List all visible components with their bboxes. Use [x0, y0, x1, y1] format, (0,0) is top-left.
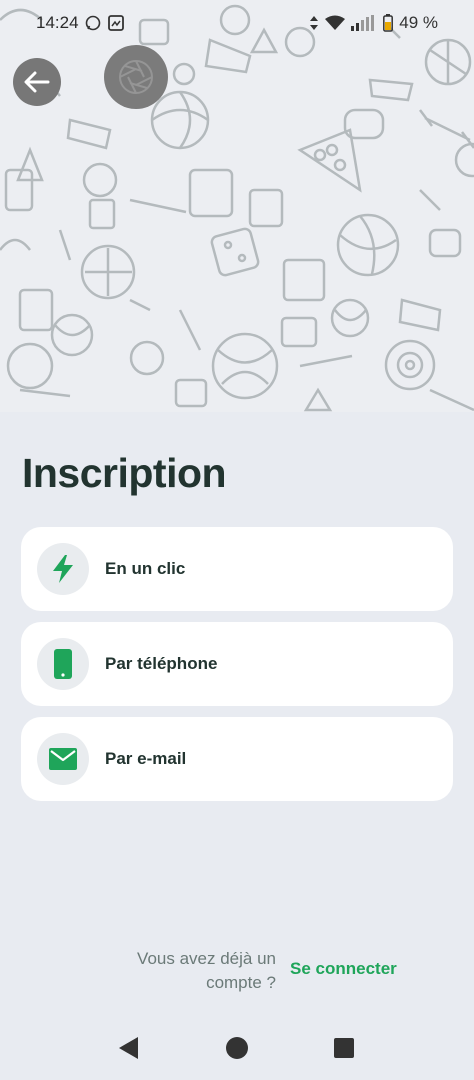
battery-percentage: 49 % — [399, 13, 438, 32]
nav-home-button[interactable] — [225, 1036, 249, 1060]
nav-recents-button[interactable] — [333, 1037, 355, 1059]
header-banner: 14:24 49 % — [0, 0, 474, 412]
system-nav-bar — [0, 1020, 474, 1080]
page-title: Inscription — [22, 450, 227, 496]
sports-pattern-background — [0, 4, 474, 412]
phone-icon — [54, 649, 72, 679]
lightning-icon — [53, 555, 73, 583]
battery-icon — [383, 14, 394, 32]
have-account-text: Vous avez déjà un compte ? — [137, 949, 276, 992]
option-phone[interactable]: Par téléphone — [21, 622, 453, 706]
option-label: En un clic — [105, 559, 186, 578]
data-transfer-icon — [309, 15, 319, 31]
whatsapp-icon — [85, 15, 101, 31]
wifi-icon — [325, 15, 346, 31]
option-label: Par téléphone — [105, 654, 218, 673]
option-icon-circle — [37, 638, 89, 690]
square-recents-icon — [334, 1038, 354, 1058]
back-button[interactable] — [13, 58, 61, 106]
circle-home-icon — [226, 1037, 248, 1059]
option-email[interactable]: Par e-mail — [21, 717, 453, 801]
arrow-left-icon — [24, 71, 50, 93]
option-one-click[interactable]: En un clic — [21, 527, 453, 611]
nav-back-button[interactable] — [116, 1035, 140, 1061]
triangle-back-icon — [119, 1037, 138, 1059]
login-link[interactable]: Se connecter — [290, 959, 397, 979]
status-bar: 14:24 49 % — [0, 0, 474, 46]
option-icon-circle — [37, 543, 89, 595]
status-time: 14:24 — [36, 13, 79, 32]
option-label: Par e-mail — [105, 749, 187, 768]
change-photo-button[interactable] — [104, 45, 168, 109]
signal-icon — [351, 15, 377, 31]
camera-aperture-icon — [119, 60, 153, 94]
gallery-notification-icon — [107, 14, 125, 32]
mail-icon — [49, 748, 77, 770]
option-icon-circle — [37, 733, 89, 785]
